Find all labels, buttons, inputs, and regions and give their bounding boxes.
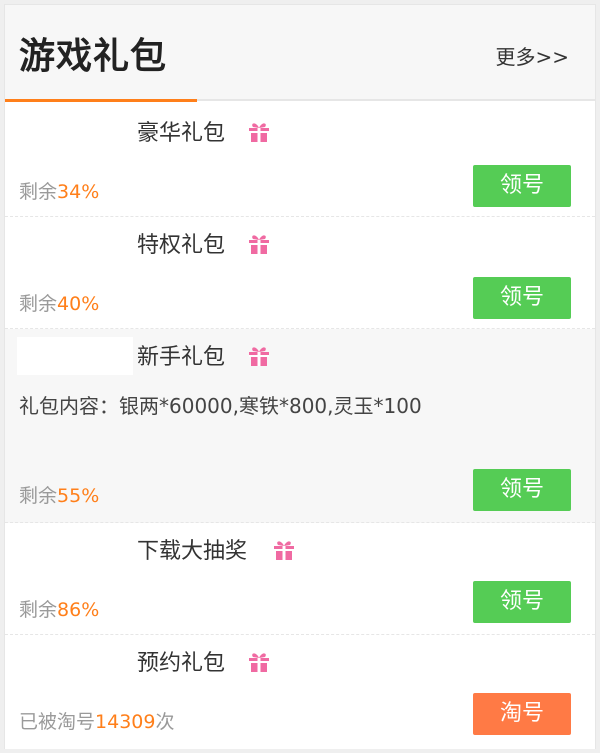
remain-text: 剩余40% <box>19 289 99 316</box>
tao-button[interactable]: 淘号 <box>473 693 571 735</box>
remain-prefix: 剩余 <box>19 599 58 621</box>
gift-name: 新手礼包 <box>137 345 226 370</box>
remain-value: 86% <box>57 599 100 621</box>
tao-count-text: 已被淘号14309次 <box>19 707 174 734</box>
gift-item: 豪华礼包 剩余34% 领号 <box>5 105 595 217</box>
claim-button[interactable]: 领号 <box>473 469 571 511</box>
gift-logo-placeholder <box>17 337 133 375</box>
gift-icon <box>272 537 296 561</box>
remain-prefix: 剩余 <box>19 485 58 507</box>
gift-logo-placeholder <box>17 530 133 568</box>
gift-name: 豪华礼包 <box>137 121 226 146</box>
claim-button[interactable]: 领号 <box>473 581 571 623</box>
tao-count: 14309 <box>95 711 156 733</box>
gift-name: 预约礼包 <box>137 651 226 676</box>
gift-icon <box>247 231 271 255</box>
gift-logo-placeholder <box>17 642 133 680</box>
gift-item: 下载大抽奖 剩余86% 领号 <box>5 523 595 635</box>
gift-content: 礼包内容：银两*60000,寒铁*800,灵玉*100 <box>19 394 422 418</box>
remain-text: 剩余86% <box>19 595 99 622</box>
gift-icon <box>247 119 271 143</box>
more-link[interactable]: 更多>> <box>495 41 569 70</box>
gift-name: 特权礼包 <box>137 233 226 258</box>
claim-button[interactable]: 领号 <box>473 165 571 207</box>
game-gift-panel: 游戏礼包 更多>> 豪华礼包 剩余34% 领号 特权礼包 剩余40% 领号 新手… <box>4 4 596 749</box>
panel-header: 游戏礼包 更多>> <box>5 5 595 102</box>
remain-value: 34% <box>57 181 100 203</box>
remain-value: 55% <box>57 485 100 507</box>
panel-title: 游戏礼包 <box>19 36 168 77</box>
gift-logo-placeholder <box>17 112 133 150</box>
gift-icon <box>247 343 271 367</box>
remain-value: 40% <box>57 293 100 315</box>
gift-icon <box>247 649 271 673</box>
gift-item-expanded: 新手礼包 礼包内容：银两*60000,寒铁*800,灵玉*100 剩余55% 领… <box>5 329 595 523</box>
gift-name: 下载大抽奖 <box>137 539 248 564</box>
gift-logo-placeholder <box>17 224 133 262</box>
remain-prefix: 剩余 <box>19 181 58 203</box>
remain-text: 剩余34% <box>19 177 99 204</box>
remain-prefix: 剩余 <box>19 293 58 315</box>
gift-item: 特权礼包 剩余40% 领号 <box>5 217 595 329</box>
remain-text: 剩余55% <box>19 481 99 508</box>
title-underline <box>5 99 197 102</box>
tao-suffix: 次 <box>155 711 175 733</box>
tao-prefix: 已被淘号 <box>19 711 96 733</box>
gift-item: 预约礼包 已被淘号14309次 淘号 <box>5 635 595 749</box>
claim-button[interactable]: 领号 <box>473 277 571 319</box>
